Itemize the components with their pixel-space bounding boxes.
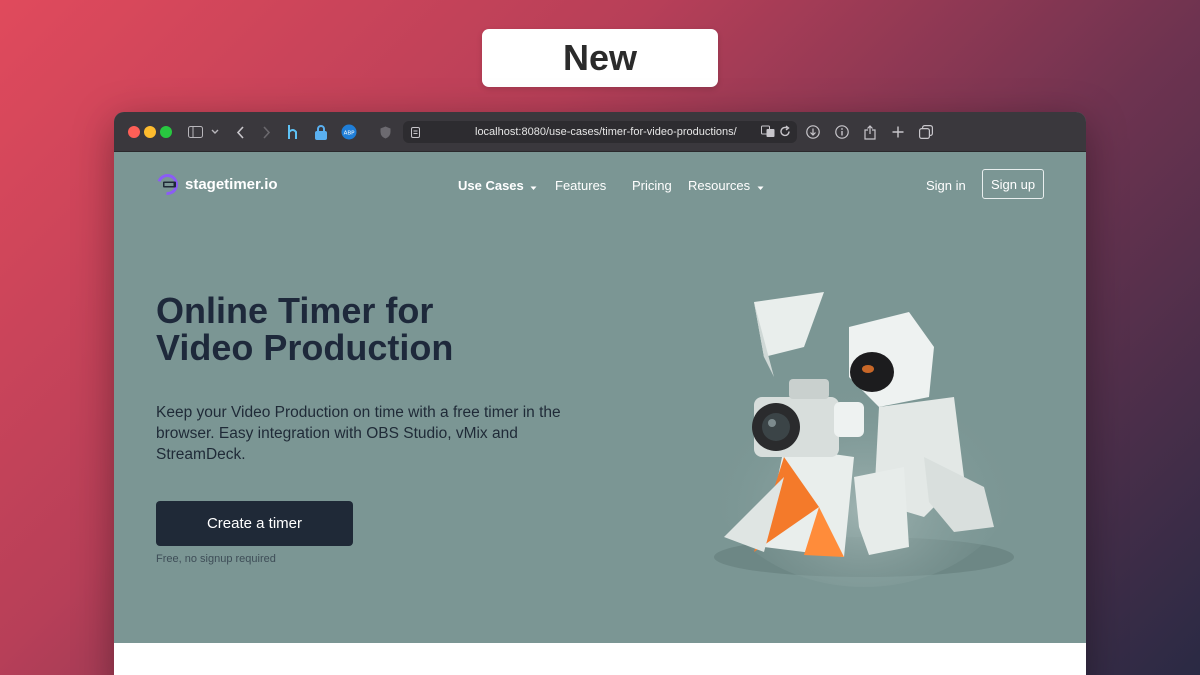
new-tab-icon[interactable] [889, 112, 907, 152]
cta-note: Free, no signup required [156, 553, 276, 565]
back-icon[interactable] [232, 112, 248, 152]
minimize-window-button[interactable] [144, 126, 156, 138]
nav-pricing[interactable]: Pricing [632, 178, 672, 193]
info-icon[interactable] [833, 112, 851, 152]
caret-down-icon [757, 179, 764, 194]
browser-window: ABP localhost:8080/use-cases/timer-for-v… [114, 112, 1086, 675]
nav-features[interactable]: Features [555, 178, 606, 193]
sidebar-toggle-icon[interactable] [186, 112, 204, 152]
nav-use-cases[interactable]: Use Cases [458, 178, 537, 194]
downloads-icon[interactable] [804, 112, 822, 152]
tab-overview-icon[interactable] [917, 112, 935, 152]
logo-text: stagetimer.io [185, 176, 278, 193]
sign-in-link[interactable]: Sign in [926, 178, 966, 193]
page-next-section [114, 643, 1086, 675]
svg-text:ABP: ABP [344, 131, 356, 137]
forward-icon[interactable] [258, 112, 274, 152]
hero-subtitle: Keep your Video Production on time with … [156, 404, 561, 463]
sign-up-button[interactable]: Sign up [982, 169, 1044, 199]
chevron-down-icon[interactable] [208, 112, 222, 152]
nav-resources-label: Resources [688, 178, 751, 193]
share-icon[interactable] [861, 112, 879, 152]
caret-down-icon [530, 179, 537, 194]
url-text: localhost:8080/use-cases/timer-for-video… [475, 126, 737, 138]
astronaut-camera-illustration [704, 292, 1024, 587]
hero-title-line1: Online Timer for [156, 290, 434, 331]
site-logo[interactable]: stagetimer.io [156, 173, 278, 196]
address-bar[interactable]: localhost:8080/use-cases/timer-for-video… [403, 121, 797, 143]
hero-title-line2: Video Production [156, 327, 454, 368]
maximize-window-button[interactable] [160, 126, 172, 138]
page-icon [411, 126, 423, 138]
nav-use-cases-label: Use Cases [458, 178, 524, 193]
browser-toolbar: ABP localhost:8080/use-cases/timer-for-v… [114, 112, 1086, 152]
privacy-shield-icon[interactable] [377, 112, 393, 152]
new-badge: New [482, 29, 718, 87]
adblock-extension-icon[interactable]: ABP [340, 112, 358, 152]
honey-extension-icon[interactable] [284, 112, 302, 152]
create-timer-button[interactable]: Create a timer [156, 501, 353, 546]
close-window-button[interactable] [128, 126, 140, 138]
site-header: stagetimer.io Use Cases Features Pricing… [114, 152, 1086, 218]
reload-icon[interactable] [779, 125, 791, 141]
nav-resources[interactable]: Resources [688, 178, 764, 194]
translate-icon[interactable] [761, 125, 775, 141]
stagetimer-logo-icon [157, 174, 178, 195]
hero-title: Online Timer for Video Production [156, 292, 556, 366]
password-extension-icon[interactable] [312, 112, 330, 152]
